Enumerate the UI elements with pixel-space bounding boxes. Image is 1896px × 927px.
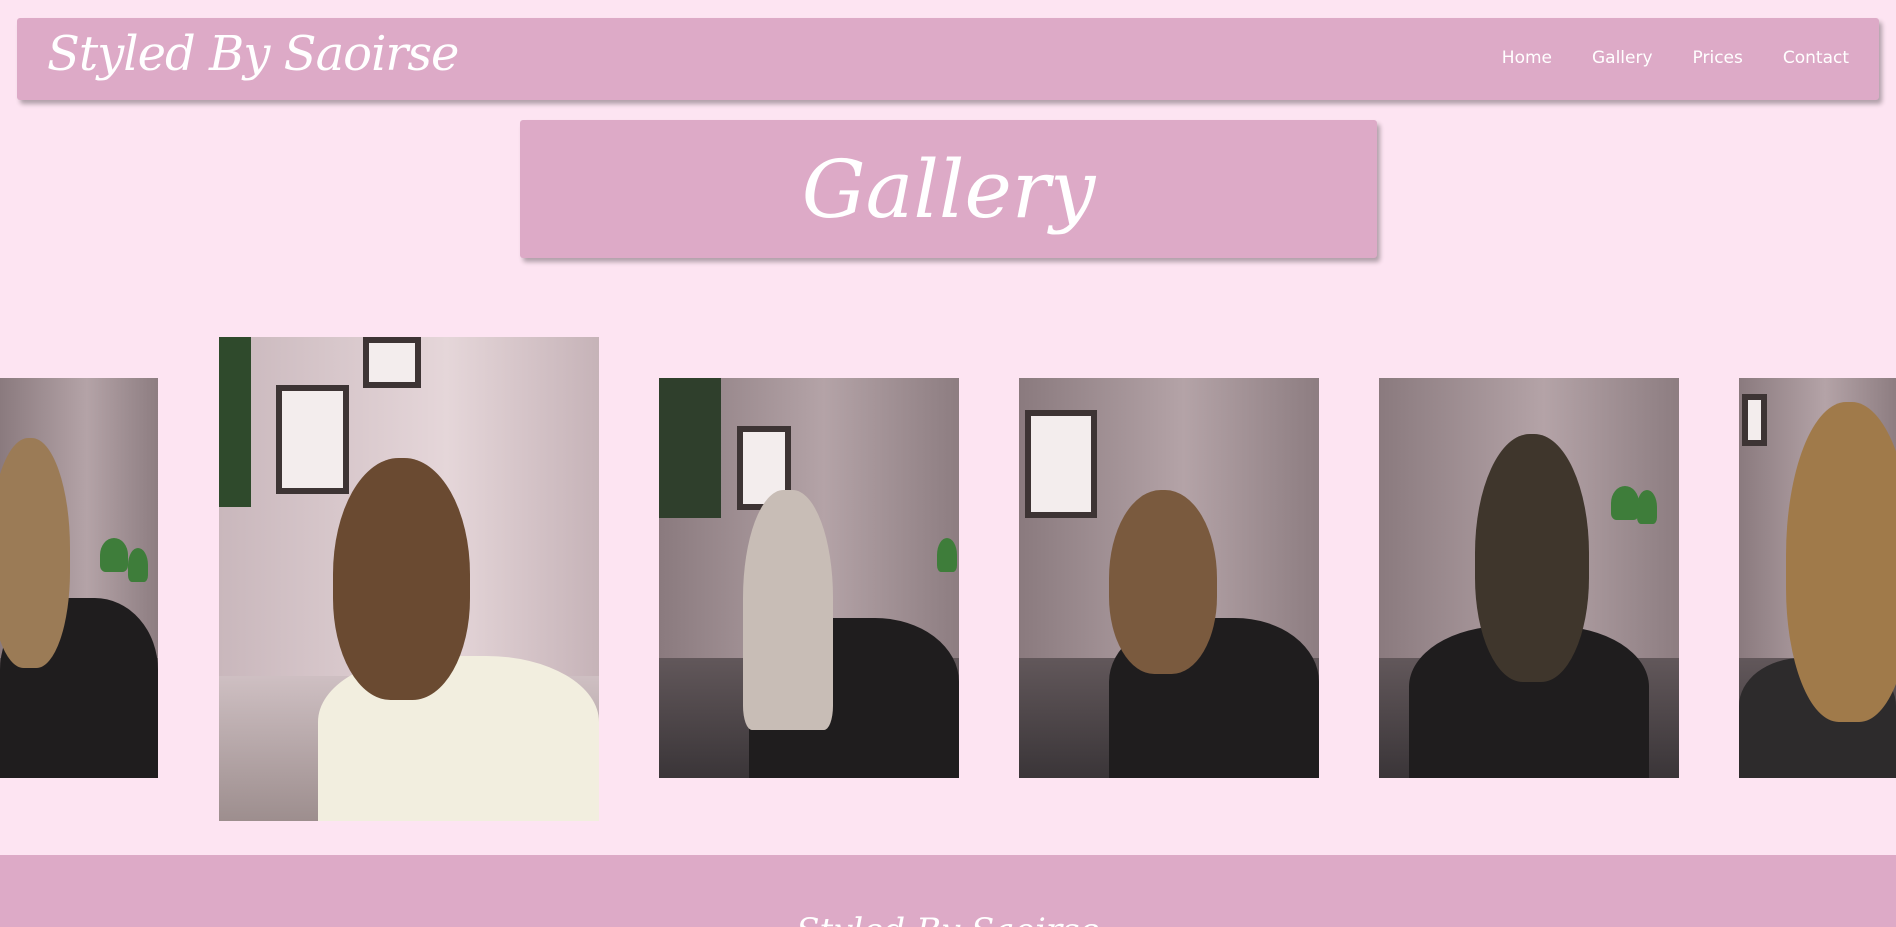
gallery-photo[interactable] — [219, 337, 599, 821]
nav-home-link[interactable]: Home — [1502, 48, 1552, 68]
top-navbar: Styled By Saoirse Home Gallery Prices Co… — [17, 18, 1879, 100]
gallery-photo[interactable] — [1739, 378, 1896, 778]
nav-contact-link[interactable]: Contact — [1783, 48, 1849, 68]
gallery-photo[interactable] — [1019, 378, 1319, 778]
page-title: Gallery — [801, 142, 1096, 236]
site-logo[interactable]: Styled By Saoirse — [47, 26, 459, 82]
nav-prices-link[interactable]: Prices — [1693, 48, 1743, 68]
nav-gallery-link[interactable]: Gallery — [1592, 48, 1653, 68]
page-title-panel: Gallery — [520, 120, 1377, 258]
main-nav: Home Gallery Prices Contact — [1502, 48, 1849, 68]
gallery-photo[interactable] — [1379, 378, 1679, 778]
gallery-photo[interactable] — [659, 378, 959, 778]
site-footer: Styled By Saoirse — [0, 855, 1896, 927]
footer-logo: Styled By Saoirse — [0, 911, 1896, 927]
gallery-photo[interactable] — [0, 378, 158, 778]
